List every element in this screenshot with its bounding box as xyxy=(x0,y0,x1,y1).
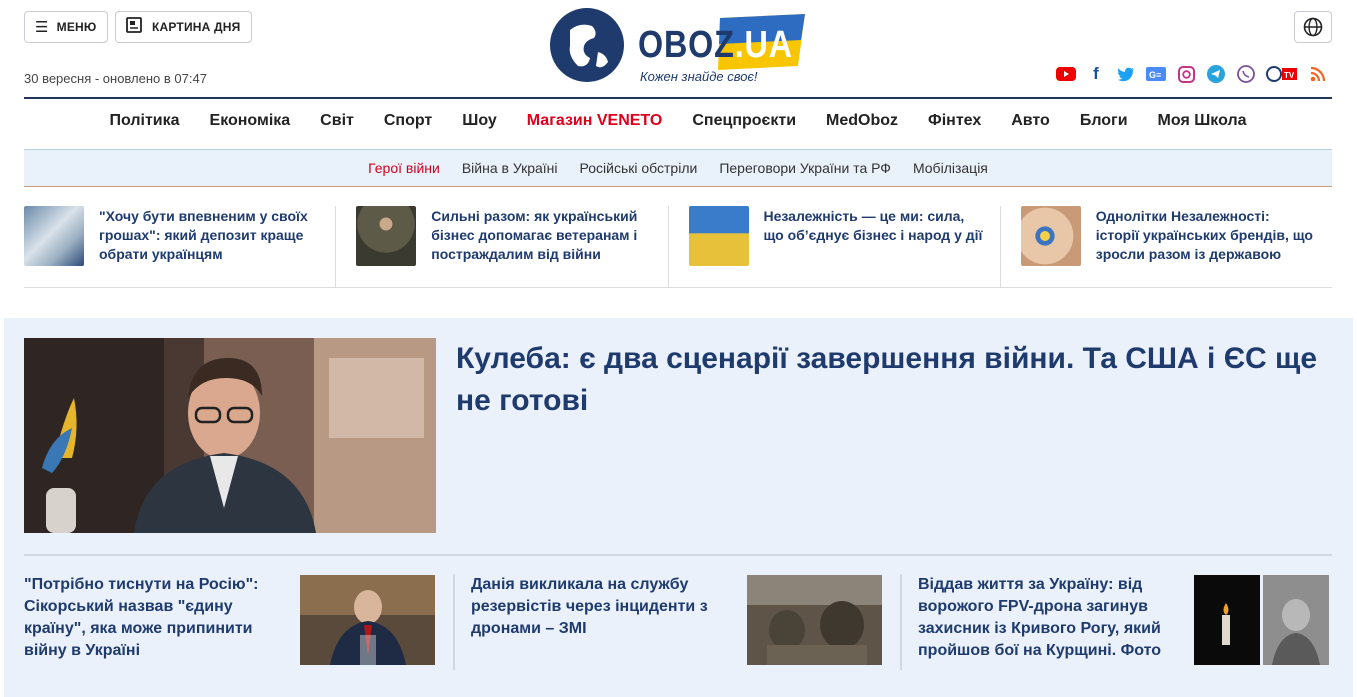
logo-suffix: .UA xyxy=(734,24,793,66)
rss-icon[interactable] xyxy=(1308,64,1328,84)
nav-item-show[interactable]: Шоу xyxy=(462,112,497,130)
promo-title: Сильні разом: як український бізнес допо… xyxy=(431,208,638,262)
menu-label: МЕНЮ xyxy=(56,20,97,34)
promo-item[interactable]: Сильні разом: як український бізнес допо… xyxy=(335,206,667,287)
social-links: f G≡ TV xyxy=(1056,64,1328,84)
news-title: "Потрібно тиснути на Росію": Сікорський … xyxy=(24,576,259,659)
news-item[interactable]: Данія викликала на службу резервістів че… xyxy=(471,574,891,665)
site-logo[interactable]: OBOZ.UA Кожен знайде своє! xyxy=(550,8,820,88)
promo-item[interactable]: Незалежність — це ми: сила, що об’єднує … xyxy=(667,206,1000,287)
promo-title: "Хочу бути впевненим у своїх грошах": як… xyxy=(99,208,308,262)
update-date: 30 вересня - оновлено в 07:47 xyxy=(24,71,207,86)
youtube-icon[interactable] xyxy=(1056,64,1076,84)
nav-item-auto[interactable]: Авто xyxy=(1011,112,1050,130)
subnav-item-negotiations[interactable]: Переговори України та РФ xyxy=(719,160,891,176)
menu-button[interactable]: ☰ МЕНЮ xyxy=(24,11,108,43)
nav-item-medoboz[interactable]: MedOboz xyxy=(826,112,898,130)
svg-text:TV: TV xyxy=(1284,71,1295,80)
news-title: Віддав життя за Україну: від ворожого FP… xyxy=(918,576,1162,659)
news-item[interactable]: "Потрібно тиснути на Росію": Сікорський … xyxy=(24,574,444,665)
nav-item-world[interactable]: Світ xyxy=(320,112,354,130)
subnav-item-war-heroes[interactable]: Герої війни xyxy=(368,160,440,176)
header-divider xyxy=(24,97,1332,99)
svg-text:G≡: G≡ xyxy=(1149,70,1161,80)
news-thumbnail xyxy=(300,575,435,665)
promo-thumbnail xyxy=(24,206,84,266)
viber-icon[interactable] xyxy=(1236,64,1256,84)
news-thumbnail xyxy=(747,575,882,665)
instagram-icon[interactable] xyxy=(1176,64,1196,84)
globe-icon xyxy=(1303,17,1323,37)
nav-item-sport[interactable]: Спорт xyxy=(384,112,432,130)
nav-item-veneto-shop[interactable]: Магазин VENETO xyxy=(527,112,663,130)
hero-image[interactable] xyxy=(24,338,436,533)
picture-of-day-button[interactable]: КАРТИНА ДНЯ xyxy=(115,11,252,43)
logo-slogan: Кожен знайде своє! xyxy=(640,69,758,84)
hamburger-icon: ☰ xyxy=(35,19,49,36)
sub-nav: Герої війни Війна в Україні Російські об… xyxy=(24,149,1332,187)
news-title: Данія викликала на службу резервістів че… xyxy=(471,576,708,637)
nav-item-fintech[interactable]: Фінтех xyxy=(928,112,981,130)
promo-thumbnail xyxy=(688,206,749,266)
news-item[interactable]: Віддав життя за Україну: від ворожого FP… xyxy=(918,574,1332,665)
news-column-divider xyxy=(453,574,455,670)
promo-title: Незалежність — це ми: сила, що об’єднує … xyxy=(763,208,983,243)
subnav-item-mobilization[interactable]: Мобілізація xyxy=(913,160,988,176)
news-column-divider xyxy=(900,574,902,670)
hero-headline[interactable]: Кулеба: є два сценарії завершення війни.… xyxy=(456,338,1326,422)
promo-thumbnail xyxy=(356,206,417,266)
news-thumbnail xyxy=(1194,575,1329,665)
logo-text: OBOZ xyxy=(638,24,735,66)
telegram-icon[interactable] xyxy=(1206,64,1226,84)
twitter-icon[interactable] xyxy=(1116,64,1136,84)
promo-item[interactable]: Однолітки Незалежності: історії українсь… xyxy=(999,206,1332,287)
nav-item-blogs[interactable]: Блоги xyxy=(1080,112,1128,130)
nav-item-my-school[interactable]: Моя Школа xyxy=(1158,112,1247,130)
nav-item-special-projects[interactable]: Спецпроєкти xyxy=(692,112,796,130)
obozrevatel-tv-icon[interactable]: TV xyxy=(1266,64,1298,84)
promo-strip: "Хочу бути впевненим у своїх грошах": як… xyxy=(24,206,1332,288)
main-nav: Політика Економіка Світ Спорт Шоу Магази… xyxy=(24,112,1332,130)
language-button[interactable] xyxy=(1294,11,1332,43)
picture-of-day-label: КАРТИНА ДНЯ xyxy=(152,20,241,34)
promo-item[interactable]: "Хочу бути впевненим у своїх грошах": як… xyxy=(24,206,335,287)
nav-item-economy[interactable]: Економіка xyxy=(210,112,291,130)
nav-item-politics[interactable]: Політика xyxy=(109,112,179,130)
page: ☰ МЕНЮ КАРТИНА ДНЯ 30 вересня - оновлено… xyxy=(0,0,1357,697)
promo-thumbnail xyxy=(1020,206,1081,266)
news-divider xyxy=(24,554,1332,556)
facebook-icon[interactable]: f xyxy=(1086,64,1106,84)
newspaper-icon xyxy=(126,17,144,37)
google-news-icon[interactable]: G≡ xyxy=(1146,64,1166,84)
promo-title: Однолітки Незалежності: історії українсь… xyxy=(1095,208,1313,262)
subnav-item-war-in-ukraine[interactable]: Війна в Україні xyxy=(462,160,558,176)
subnav-item-russian-shelling[interactable]: Російські обстріли xyxy=(580,160,698,176)
